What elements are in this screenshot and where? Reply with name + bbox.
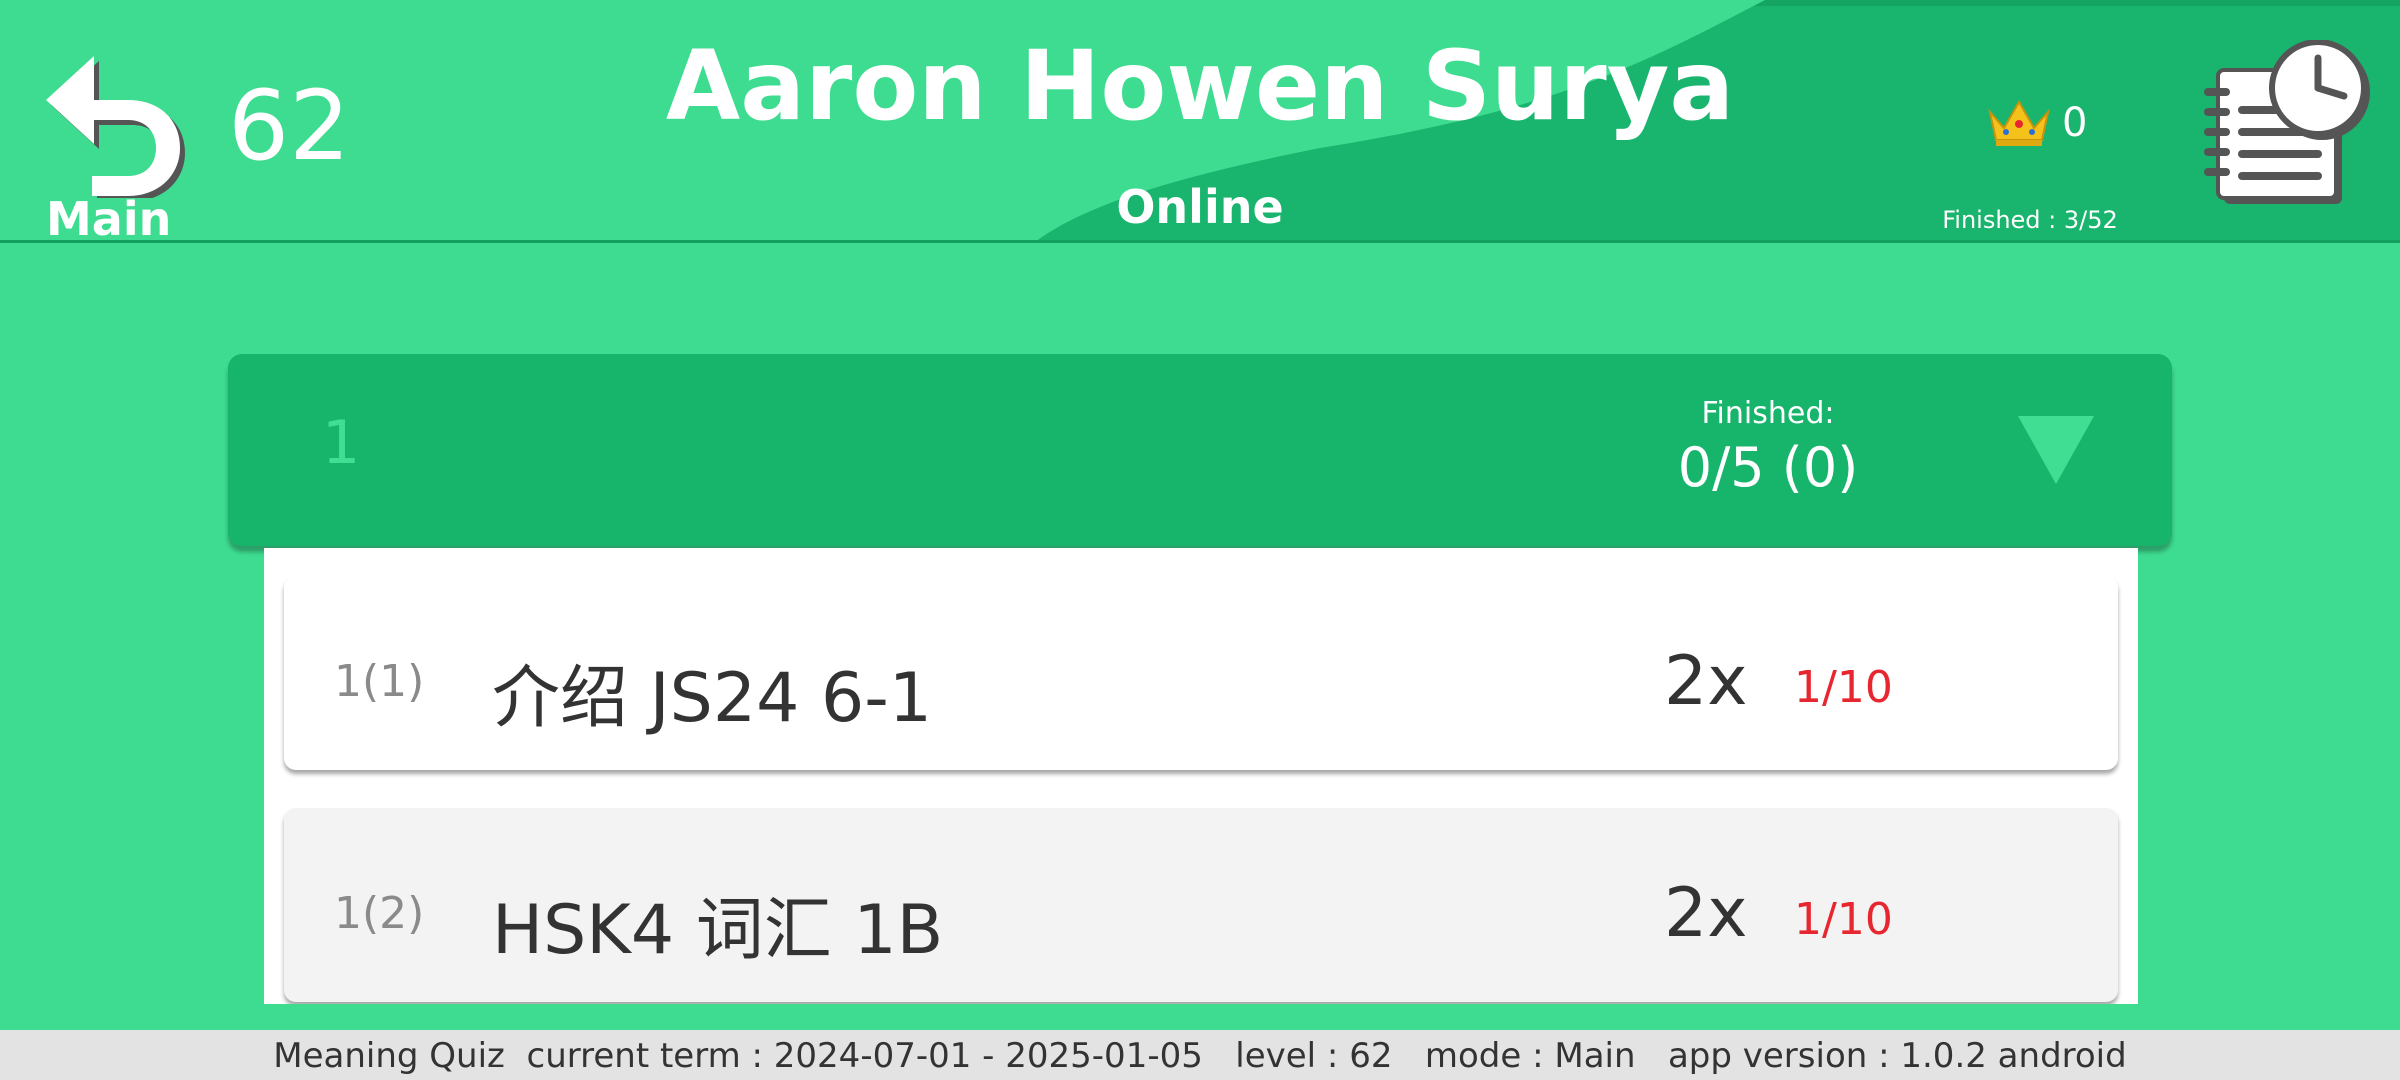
status-footer: Meaning Quiz current term : 2024-07-01 -… — [0, 1030, 2400, 1080]
crown-count: 0 — [2062, 100, 2088, 146]
item-score: 1/10 — [1794, 894, 1893, 945]
item-multiplier: 2x — [1664, 874, 1748, 953]
item-title: 介绍 JS24 6-1 — [492, 659, 933, 738]
list-item[interactable]: 1(1) 介绍 JS24 6-1 2x 1/10 — [284, 576, 2118, 770]
quiz-list[interactable]: 1(1) 介绍 JS24 6-1 2x 1/10 1(2) HSK4 词汇 1B… — [264, 548, 2138, 1004]
top-bar: Main 62 Aaron Howen Surya Online 0 Finis… — [0, 0, 2400, 243]
footer-info-text: Meaning Quiz current term : 2024-07-01 -… — [273, 1036, 2127, 1076]
back-arrow-icon — [46, 56, 185, 198]
user-name: Aaron Howen Surya — [665, 30, 1735, 142]
group-finished-label: Finished: — [1701, 396, 1835, 431]
item-title: HSK4 词汇 1B — [492, 891, 944, 970]
back-label: Main — [46, 192, 172, 243]
group-header[interactable]: 1 Finished: 0/5 (0) — [228, 354, 2172, 546]
item-index: 1(2) — [334, 888, 425, 939]
crown-icon — [1988, 99, 2050, 146]
schedule-button[interactable] — [2200, 39, 2380, 210]
item-index: 1(1) — [334, 656, 425, 707]
list-item[interactable]: 1(2) HSK4 词汇 1B 2x 1/10 — [284, 808, 2118, 1002]
dropdown-triangle-icon[interactable] — [2018, 416, 2094, 484]
group-number: 1 — [322, 408, 361, 478]
item-multiplier: 2x — [1664, 642, 1748, 721]
online-status: Online — [1116, 180, 1284, 234]
group-finished-value: 0/5 (0) — [1677, 436, 1859, 499]
level-number: 62 — [228, 70, 351, 182]
finished-total: Finished : 3/52 — [1942, 206, 2118, 234]
header-bottom-border — [0, 240, 2400, 243]
schedule-notepad-clock-icon — [2204, 39, 2370, 204]
item-score: 1/10 — [1794, 662, 1893, 713]
back-button[interactable]: Main — [30, 48, 190, 243]
